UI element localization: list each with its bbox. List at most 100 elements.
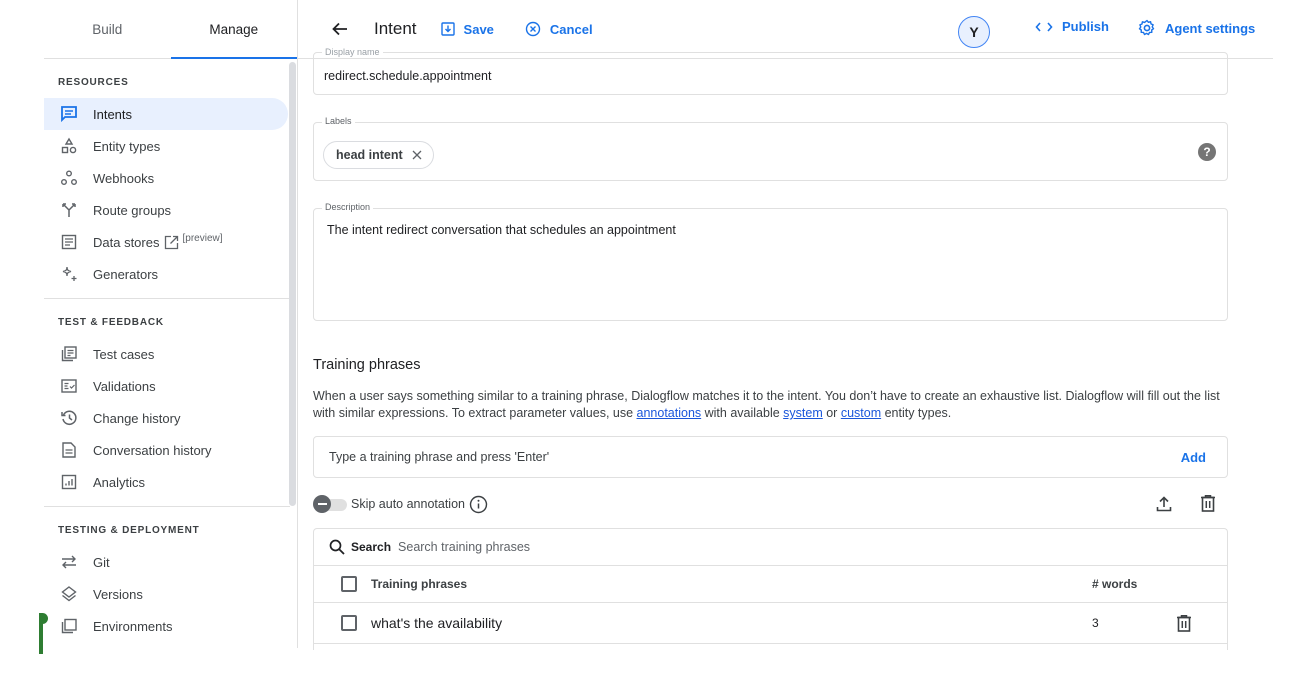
remove-chip-button[interactable]: [411, 149, 423, 161]
skip-auto-annotation-toggle[interactable]: [313, 495, 347, 513]
validations-icon: [59, 376, 79, 396]
sidebar-item-generators[interactable]: Generators: [44, 258, 288, 290]
git-icon: [59, 552, 79, 572]
labels-field[interactable]: Labels head intent ?: [313, 116, 1228, 181]
intents-icon: [59, 104, 79, 124]
sidebar-item-change-history[interactable]: Change history: [44, 402, 288, 434]
webhooks-icon: [59, 168, 79, 188]
avatar[interactable]: Y: [958, 16, 990, 48]
save-label: Save: [463, 21, 494, 37]
cancel-icon: [525, 21, 541, 37]
search-label: Search: [351, 540, 392, 554]
custom-link[interactable]: custom: [841, 406, 881, 420]
display-name-value[interactable]: redirect.schedule.appointment: [324, 69, 491, 83]
entity-types-icon: [59, 136, 79, 156]
dialogflow-app: Build Manage RESOURCES Intents Entity ty…: [0, 0, 1300, 679]
publish-button[interactable]: Publish: [1035, 19, 1109, 34]
cancel-button[interactable]: Cancel: [525, 21, 593, 37]
select-all-checkbox[interactable]: [341, 576, 357, 592]
page-title: Intent: [374, 19, 417, 38]
sidebar-item-git[interactable]: Git: [44, 546, 288, 578]
open-in-new-icon[interactable]: [164, 235, 179, 250]
label-chip-text: head intent: [336, 148, 403, 162]
code-icon: [1035, 21, 1053, 32]
gear-icon: [1138, 19, 1155, 36]
route-groups-icon: [59, 200, 79, 220]
sidebar-item-label: Versions: [93, 586, 143, 602]
sidebar-item-route-groups[interactable]: Route groups: [44, 194, 288, 226]
row-checkbox[interactable]: [341, 615, 357, 631]
column-header-phrases[interactable]: Training phrases: [371, 577, 467, 591]
publish-label: Publish: [1062, 19, 1109, 34]
help-icon[interactable]: ?: [1198, 143, 1216, 161]
sidebar-item-environments[interactable]: Environments: [44, 610, 288, 642]
training-phrases-title: Training phrases: [313, 357, 421, 373]
arrow-back-icon: [332, 22, 347, 36]
close-icon: [412, 150, 422, 160]
training-phrase-input[interactable]: [329, 447, 1129, 467]
test-cases-icon: [59, 344, 79, 364]
back-button[interactable]: [330, 19, 350, 39]
skip-auto-annotation-row: Skip auto annotation: [313, 493, 1228, 515]
sidebar-scrollbar[interactable]: [289, 62, 296, 506]
sidebar-item-conversation-history[interactable]: Conversation history: [44, 434, 288, 466]
sidebar-item-test-cases[interactable]: Test cases: [44, 338, 288, 370]
sidebar: Build Manage RESOURCES Intents Entity ty…: [44, 0, 298, 648]
analytics-icon: [59, 472, 79, 492]
sidebar-item-analytics[interactable]: Analytics: [44, 466, 288, 498]
versions-icon: [59, 584, 79, 604]
display-name-field[interactable]: Display name redirect.schedule.appointme…: [313, 47, 1228, 95]
sidebar-item-webhooks[interactable]: Webhooks: [44, 162, 288, 194]
desc-text: or: [822, 406, 841, 420]
save-icon: [440, 22, 455, 36]
sidebar-item-data-stores[interactable]: Data stores [preview]: [44, 226, 288, 258]
training-phrase-input-box: Add: [313, 436, 1228, 478]
sidebar-item-label: Entity types: [93, 138, 161, 154]
info-icon[interactable]: [469, 495, 488, 514]
tab-manage[interactable]: Manage: [170, 0, 298, 59]
sidebar-item-entity-types[interactable]: Entity types: [44, 130, 288, 162]
description-value[interactable]: The intent redirect conversation that sc…: [327, 223, 676, 237]
sidebar-item-versions[interactable]: Versions: [44, 578, 288, 610]
add-button[interactable]: Add: [1181, 450, 1206, 465]
label-chip[interactable]: head intent: [323, 141, 434, 169]
annotations-link[interactable]: annotations: [637, 406, 702, 420]
preview-tag: [preview]: [182, 232, 223, 244]
delete-row-button[interactable]: [1175, 614, 1193, 633]
table-header: Training phrases # words: [314, 566, 1227, 603]
tab-build[interactable]: Build: [44, 0, 171, 58]
table-row: what's the availability 3: [314, 603, 1227, 644]
sidebar-item-validations[interactable]: Validations: [44, 370, 288, 402]
phrase-text[interactable]: what's the availability: [371, 615, 502, 631]
toggle-knob: [313, 495, 331, 513]
section-title-test-feedback: TEST & FEEDBACK: [58, 316, 164, 328]
page-header: Intent Save Cancel Y Publish Agent setti…: [298, 0, 1273, 59]
display-name-label: Display name: [322, 47, 383, 57]
word-count: 3: [1092, 616, 1099, 630]
search-input[interactable]: [398, 540, 999, 554]
sidebar-item-label: Intents: [93, 106, 133, 122]
system-link[interactable]: system: [783, 406, 823, 420]
sidebar-item-label: Change history: [93, 410, 181, 426]
sidebar-nav: RESOURCES Intents Entity types Webhooks: [44, 60, 298, 648]
sidebar-item-intents[interactable]: Intents: [44, 98, 288, 130]
agent-settings-button[interactable]: Agent settings: [1138, 19, 1255, 37]
agent-settings-label: Agent settings: [1165, 20, 1256, 36]
sidebar-item-label: Data stores: [93, 234, 160, 250]
description-field[interactable]: Description The intent redirect conversa…: [313, 202, 1228, 321]
upload-icon: [1156, 496, 1172, 512]
sidebar-item-label: Route groups: [93, 202, 172, 218]
column-header-words[interactable]: # words: [1092, 577, 1137, 591]
skip-auto-annotation-label: Skip auto annotation: [351, 497, 465, 511]
delete-all-button[interactable]: [1199, 494, 1217, 513]
cancel-label: Cancel: [549, 21, 593, 37]
training-phrases-table: Search Training phrases # words what's t…: [313, 528, 1228, 650]
sidebar-item-label: Validations: [93, 378, 156, 394]
desc-text: entity types.: [881, 406, 952, 420]
upload-button[interactable]: [1155, 495, 1173, 513]
sidebar-tabs: Build Manage: [44, 0, 297, 59]
trash-icon: [1201, 495, 1215, 512]
desc-text: with available: [701, 406, 784, 420]
sidebar-item-label: Analytics: [93, 474, 146, 490]
save-button[interactable]: Save: [440, 21, 494, 37]
